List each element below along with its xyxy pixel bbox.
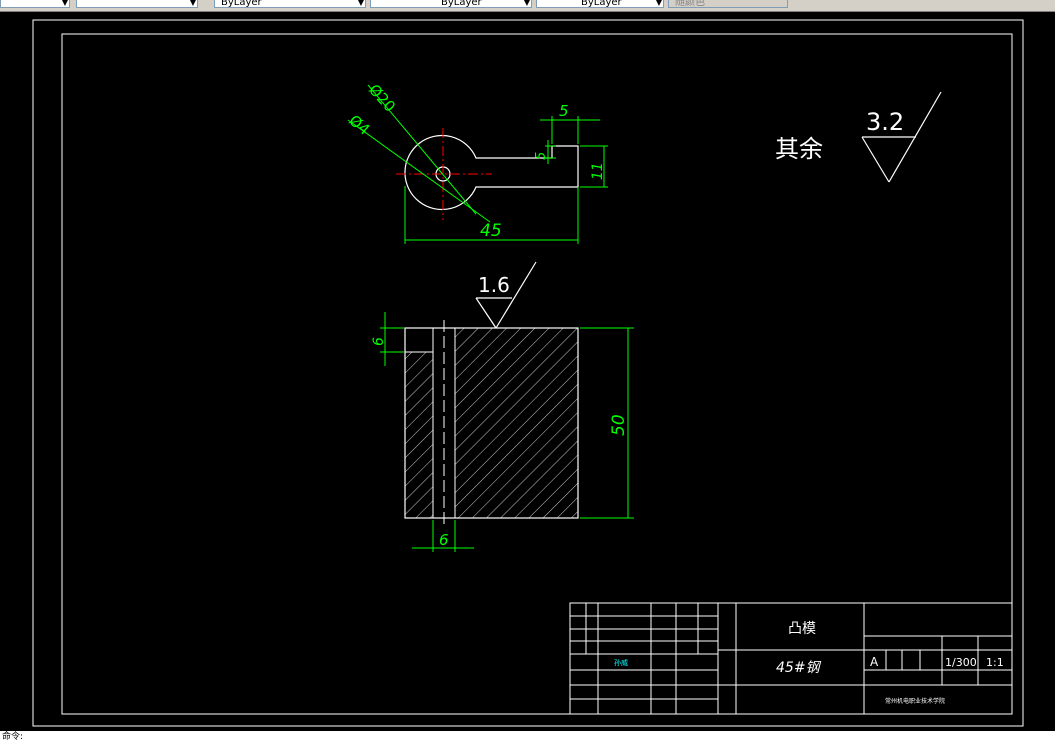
stage-mark: A <box>870 655 879 669</box>
chevron-down-icon: ▼ <box>189 0 196 7</box>
scale-value: 1:1 <box>986 656 1004 669</box>
material: 45#钢 <box>776 660 822 676</box>
chevron-down-icon: ▼ <box>655 0 662 7</box>
lineweight-dropdown[interactable]: ByLayer ▼ <box>536 0 664 8</box>
dim-length: 45 <box>480 221 502 241</box>
roughness-top-value: 1.6 <box>478 273 510 297</box>
command-prompt: 命令: <box>2 732 24 742</box>
linetype-value: ByLayer <box>441 0 482 8</box>
dim-dia-outer: Ø20 <box>365 81 399 116</box>
command-line[interactable]: 命令: <box>0 731 1055 743</box>
school-name: 常州机电职业技术学院 <box>885 697 945 705</box>
dim-thickness: 6 <box>371 337 387 346</box>
color-value: ByLayer <box>221 0 262 8</box>
roughness-symbol-rest <box>861 91 942 183</box>
layer-dropdown[interactable]: ▼ <box>0 0 70 8</box>
dim-slot-depth: 5 <box>534 152 549 160</box>
drawing-canvas[interactable]: Ø20 Ø4 45 5 5 11 1.6 6 50 6 其余 3.2 凸模 45… <box>0 12 1055 738</box>
dim-hole-width: 6 <box>439 531 449 549</box>
chevron-down-icon: ▼ <box>61 0 68 7</box>
designer-name: 孙威 <box>614 658 628 667</box>
weight-value: 1/300 <box>945 656 977 669</box>
plotstyle-value: 随颜色 <box>675 0 705 8</box>
layer-state-dropdown[interactable]: ▼ <box>76 0 198 8</box>
dim-slot-width: 5 <box>559 102 569 120</box>
dim-height: 50 <box>609 414 629 436</box>
plotstyle-dropdown[interactable]: 随颜色 <box>668 0 788 8</box>
drawing-svg[interactable]: Ø20 Ø4 45 5 5 11 1.6 6 50 6 其余 3.2 凸模 45… <box>0 12 1055 738</box>
dim-height-top: 11 <box>590 162 606 180</box>
roughness-rest-value: 3.2 <box>866 108 904 136</box>
part-name: 凸模 <box>788 621 816 637</box>
lineweight-value: ByLayer <box>581 0 622 8</box>
color-dropdown[interactable]: ByLayer ▼ <box>214 0 366 8</box>
chevron-down-icon: ▼ <box>357 0 364 7</box>
chevron-down-icon: ▼ <box>523 0 530 7</box>
linetype-dropdown[interactable]: ByLayer ▼ <box>370 0 532 8</box>
properties-toolbar: ▼ ▼ ByLayer ▼ ByLayer ▼ ByLayer ▼ 随颜色 <box>0 0 1055 12</box>
roughness-rest-label: 其余 <box>775 135 823 163</box>
section-view <box>404 320 579 526</box>
